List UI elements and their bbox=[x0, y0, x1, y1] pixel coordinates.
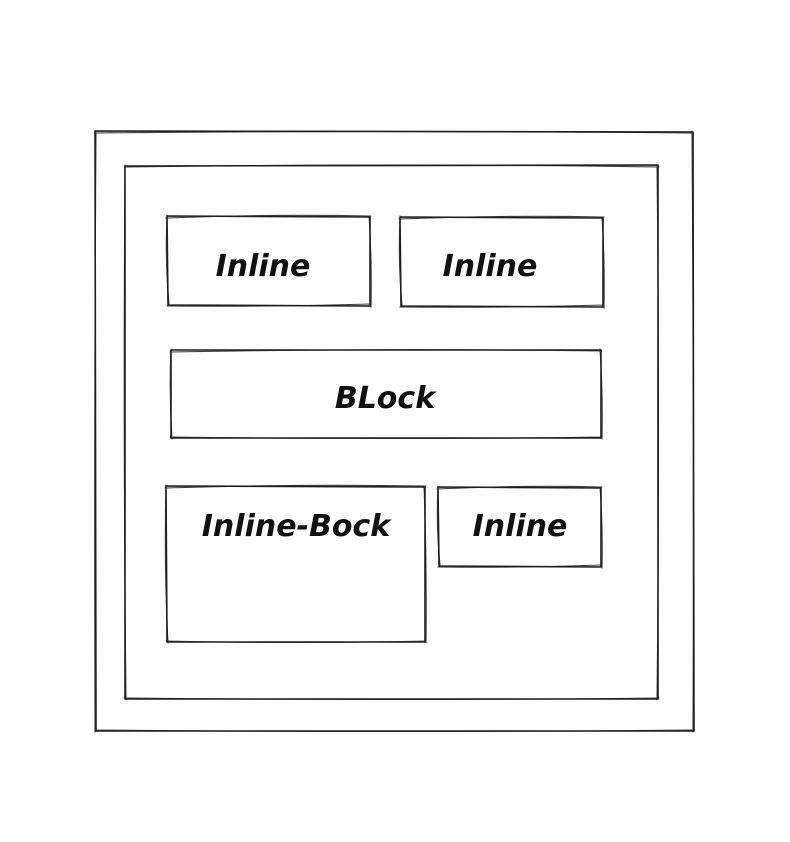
inner-container bbox=[123, 164, 660, 701]
inline-block-box-label: Inline-Bock bbox=[202, 509, 393, 544]
block-box: BLock bbox=[169, 348, 603, 440]
inline-box-3: Inline bbox=[436, 485, 603, 569]
layout-diagram: Inline Inline BLock Inline-Bock Inline bbox=[94, 130, 695, 733]
block-box-label: BLock bbox=[335, 381, 437, 416]
inline-box-3-label: Inline bbox=[473, 509, 568, 544]
inline-box-2-label: Inline bbox=[443, 249, 538, 284]
inline-box-1: Inline bbox=[165, 214, 372, 308]
inline-box-2: Inline bbox=[398, 215, 605, 309]
inline-block-box: Inline-Bock bbox=[164, 484, 427, 644]
inline-box-1-label: Inline bbox=[216, 249, 311, 284]
